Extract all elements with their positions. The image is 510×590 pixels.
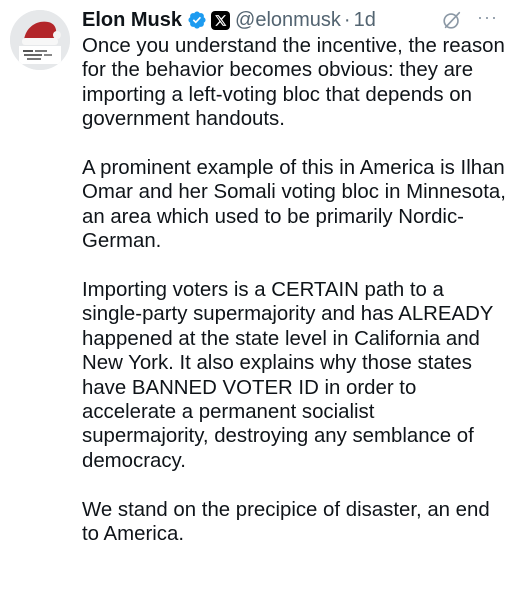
author-name[interactable]: Elon Musk <box>82 9 182 32</box>
more-options-icon[interactable]: ··· <box>477 8 498 26</box>
separator-dot: · <box>343 8 351 31</box>
tweet-paragraph-3: Importing voters is a CERTAIN path to a … <box>82 279 494 472</box>
tweet-paragraph-4: We stand on the precipice of disaster, a… <box>82 498 490 546</box>
tweet-header: Elon Musk @elonmusk · 1d ··· <box>82 7 498 33</box>
author-handle[interactable]: @elonmusk <box>235 9 341 32</box>
post-time[interactable]: 1d <box>354 9 376 32</box>
avatar-image <box>10 10 70 70</box>
grok-icon[interactable] <box>441 9 463 31</box>
tweet-text: Once you understand the incentive, the r… <box>82 34 506 546</box>
tweet-paragraph-2: A prominent example of this in America i… <box>82 157 506 253</box>
verified-checkmark-icon <box>187 10 207 30</box>
avatar[interactable] <box>10 10 70 70</box>
x-logo-badge-icon <box>211 10 231 30</box>
tweet-paragraph-1: Once you understand the incentive, the r… <box>82 35 505 131</box>
